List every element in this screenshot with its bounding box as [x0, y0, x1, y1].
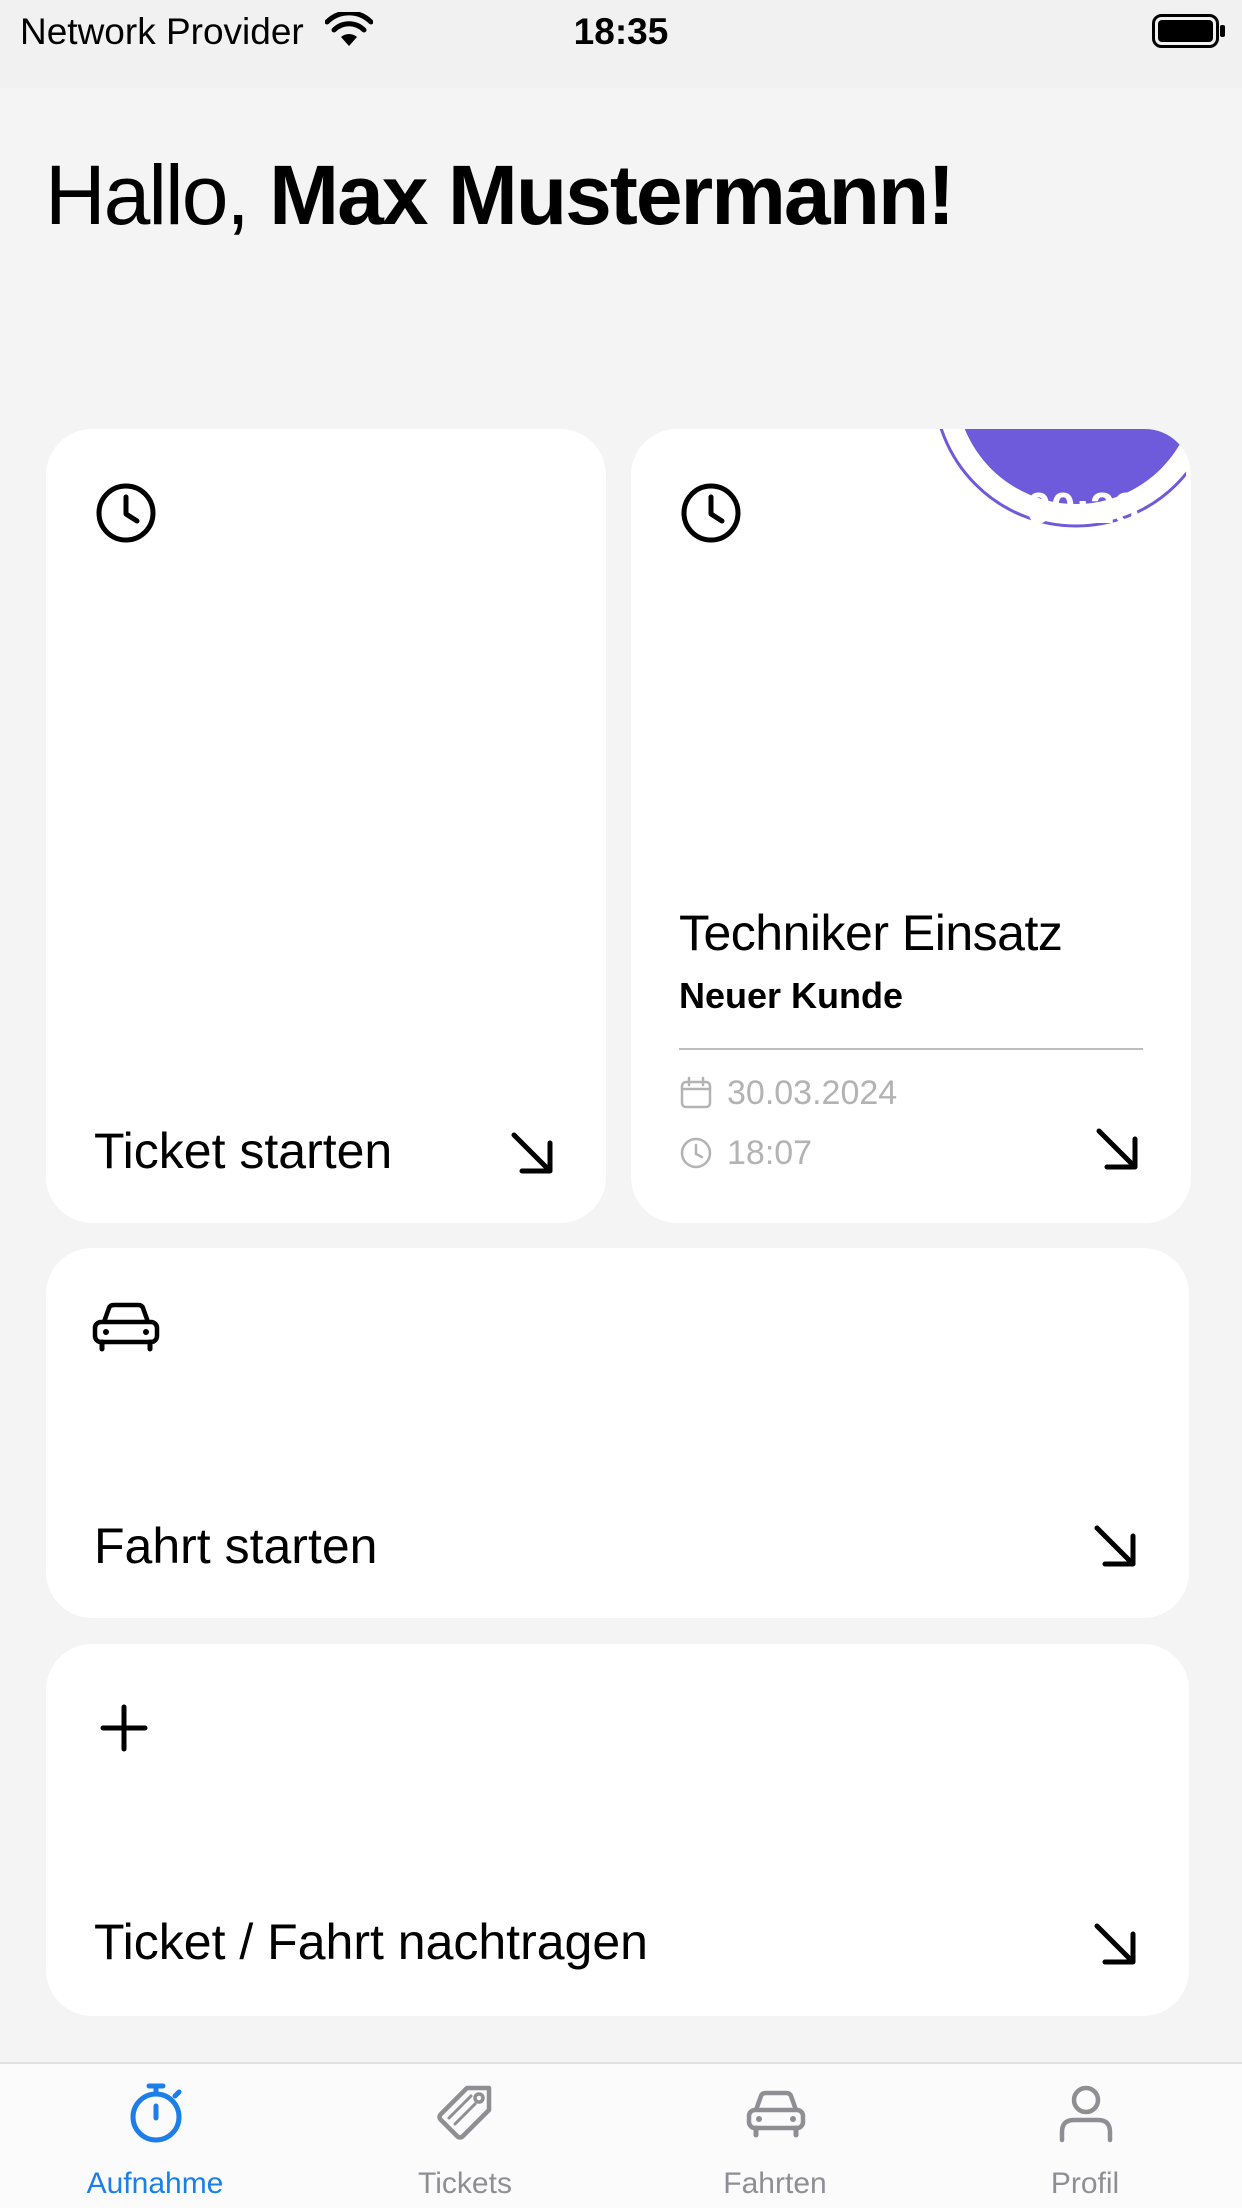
- nachtragen-card[interactable]: Ticket / Fahrt nachtragen: [46, 1644, 1189, 2016]
- arrow-down-right-icon: [1096, 1128, 1138, 1170]
- clock-icon: [681, 483, 741, 543]
- car-icon: [92, 1302, 160, 1352]
- active-ticket-card[interactable]: 00:28 Techniker Einsatz Neuer Kunde 30.0…: [631, 429, 1191, 1223]
- calendar-icon: [680, 1076, 712, 1109]
- tab-tickets-label: Tickets: [418, 2167, 512, 2200]
- active-ticket-title: Techniker Einsatz: [679, 905, 1063, 961]
- divider: [679, 1048, 1143, 1050]
- clock-icon: [680, 1137, 712, 1169]
- fahrt-start-label: Fahrt starten: [94, 1518, 378, 1574]
- plus-icon: [100, 1704, 148, 1752]
- nachtragen-label: Ticket / Fahrt nachtragen: [94, 1914, 648, 1970]
- active-ticket-customer: Neuer Kunde: [679, 975, 904, 1016]
- tag-icon: [437, 2085, 492, 2140]
- ticket-start-label: Ticket starten: [94, 1123, 393, 1179]
- greeting-prefix: Hallo,: [45, 148, 270, 242]
- arrow-down-right-icon: [1094, 1525, 1136, 1567]
- fahrt-start-card[interactable]: Fahrt starten: [46, 1248, 1189, 1618]
- active-ticket-date-row: 30.03.2024: [679, 1071, 897, 1115]
- tab-bar: Aufnahme Tickets Fahrten Profil: [0, 2062, 1242, 2208]
- arrow-down-right-icon: [1094, 1923, 1136, 1965]
- timer-value: 00:28: [1026, 484, 1139, 533]
- arrow-down-right-icon: [511, 1132, 553, 1174]
- person-icon: [1059, 2085, 1113, 2143]
- tab-aufnahme[interactable]: Aufnahme: [0, 2064, 310, 2208]
- status-bar: Network Provider 18:35: [0, 0, 1242, 88]
- clock-icon: [96, 483, 156, 543]
- stopwatch-icon: [130, 2083, 182, 2143]
- active-ticket-date: 30.03.2024: [727, 1073, 898, 1112]
- tab-profil-label: Profil: [1050, 2167, 1120, 2200]
- active-ticket-time: 18:07: [727, 1133, 813, 1172]
- tab-tickets[interactable]: Tickets: [310, 2064, 620, 2208]
- tab-profil[interactable]: Profil: [930, 2064, 1240, 2208]
- active-ticket-time-row: 18:07: [679, 1131, 812, 1175]
- greeting-title: Hallo, Max Mustermann!: [45, 145, 955, 245]
- ticket-start-card[interactable]: Ticket starten: [46, 429, 606, 1223]
- home-screen: Network Provider 18:35 Hallo, Max Muster…: [0, 0, 1242, 2208]
- tab-fahrten-label: Fahrten: [723, 2167, 827, 2200]
- car-icon: [746, 2090, 806, 2138]
- battery-icon: [1152, 14, 1225, 48]
- tab-aufnahme-label: Aufnahme: [86, 2167, 224, 2200]
- tab-fahrten[interactable]: Fahrten: [620, 2064, 930, 2208]
- status-time: 18:35: [573, 11, 669, 52]
- greeting-user-name: Max Mustermann!: [269, 148, 955, 242]
